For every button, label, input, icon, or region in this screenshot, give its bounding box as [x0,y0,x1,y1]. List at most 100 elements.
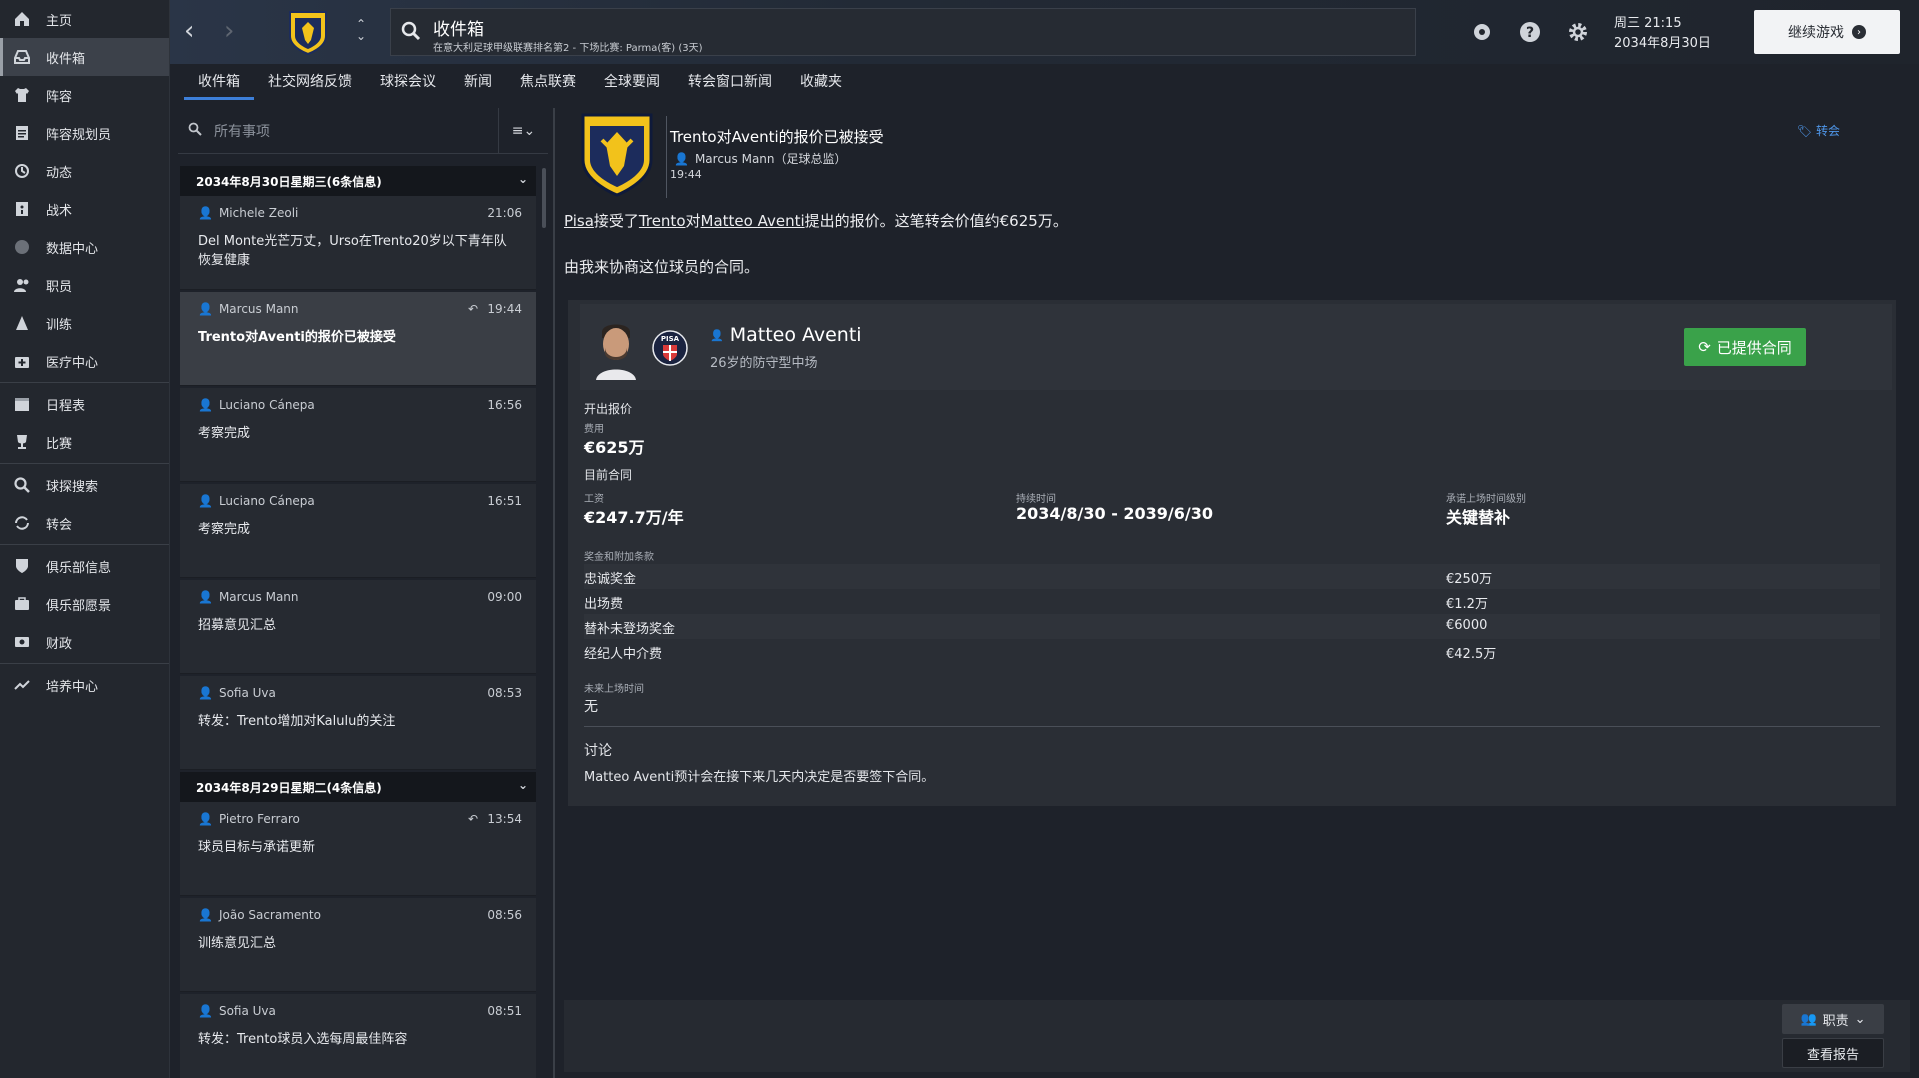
message-from-text: Marcus Mann（足球总监） [694,152,847,166]
day-header-label: 2034年8月30日星期三(6条信息) [196,174,382,189]
filter-input[interactable]: 所有事项 [178,108,498,154]
fee-value: €625万 [584,438,645,457]
sidebar-item-tactics[interactable]: 战术 [0,190,169,228]
tab-scout-meeting[interactable]: 球探会议 [366,64,450,100]
list-item[interactable]: 👤 Sofia Uva 08:53 转发：Trento增加对Kalulu的关注 [180,676,536,770]
gear-icon[interactable] [1566,20,1590,44]
message-sender: 👤 Marcus Mann [198,302,299,316]
sidebar-item-medical[interactable]: 医疗中心 [0,342,169,380]
day-header[interactable]: 2034年8月30日星期三(6条信息) ⌄ [180,166,536,196]
message-detail: Trento对Aventi的报价已被接受 👤 Marcus Mann（足球总监）… [564,108,1910,808]
sidebar-item-scouting[interactable]: 球探搜索 [0,466,169,504]
sidebar-item-development[interactable]: 培养中心 [0,666,169,704]
message-subject: 招募意见汇总 [198,618,277,633]
transfer-tag[interactable]: 🏷 转会 [1797,122,1840,139]
tab-favourites[interactable]: 收藏夹 [786,64,856,100]
club-crest-icon [580,112,654,198]
sidebar-item-label: 阵容 [46,89,73,105]
filter-placeholder: 所有事项 [214,124,270,140]
pisa-badge-icon: PISA [652,326,688,370]
person-icon: 👤 [198,302,213,316]
tab-news[interactable]: 新闻 [450,64,506,100]
message-sender: 👤 João Sacramento [198,908,321,922]
sidebar-item-club-info[interactable]: 俱乐部信息 [0,547,169,585]
sidebar-item-squad-planner[interactable]: 阵容规划员 [0,114,169,152]
sidebar-item-label: 比赛 [46,436,73,452]
tab-focus-league[interactable]: 焦点联赛 [506,64,590,100]
bonus-name: 出场费 [584,597,624,612]
view-report-button[interactable]: 查看报告 [1782,1038,1884,1068]
continue-button[interactable]: 继续游戏 › [1754,10,1900,54]
sidebar-item-label: 数据中心 [46,241,99,257]
game-date: 2034年8月30日 [1614,36,1711,51]
list-item[interactable]: 👤 Michele Zeoli 21:06 Del Monte光芒万丈，Urso在… [180,196,536,290]
tag-icon: 🏷 [1796,123,1812,138]
game-day-time: 周三 21:15 [1614,16,1682,31]
list-item[interactable]: 👤 João Sacramento 08:56 训练意见汇总 [180,898,536,992]
tab-transfer-window-news[interactable]: 转会窗口新闻 [674,64,786,100]
player-row[interactable]: PISA 👤 Matteo Aventi 26岁的防守型中场 ⟳ 已提供合同 [580,304,1892,390]
sidebar-item-inbox[interactable]: 收件箱 [0,38,169,76]
responsibilities-button[interactable]: 👥 职责 ⌄ [1782,1004,1884,1034]
bonus-name: 替补未登场奖金 [584,622,676,637]
table-row: 替补未登场奖金 €6000 [584,614,1880,639]
club-link-pisa[interactable]: Pisa [564,212,594,230]
club-switch-icon[interactable]: ⌃ ⌄ [356,18,366,42]
player-position: 26岁的防守型中场 [710,356,818,371]
sidebar-item-schedule[interactable]: 日程表 [0,385,169,423]
game-datetime: 周三 21:15 2034年8月30日 [1614,14,1711,54]
day-header-label: 2034年8月29日星期二(4条信息) [196,780,382,795]
duration-value: 2034/8/30 - 2039/6/30 [1016,504,1214,523]
sidebar-item-competitions[interactable]: 比赛 [0,423,169,461]
sidebar-item-label: 动态 [46,165,73,181]
day-header[interactable]: 2034年8月29日星期二(4条信息) ⌄ [180,772,536,802]
page-title: 收件箱 [433,20,484,40]
player-link[interactable]: Matteo Aventi [701,212,805,230]
sidebar-item-transfers[interactable]: 转会 [0,504,169,542]
social-icon[interactable] [1470,20,1494,44]
table-row: 忠诚奖金 €250万 [584,564,1880,589]
scrollbar[interactable] [542,168,546,228]
tab-inbox[interactable]: 收件箱 [184,64,254,100]
list-item[interactable]: 👤 Marcus Mann 09:00 招募意见汇总 [180,580,536,674]
message-time: 19:44 [670,168,702,181]
tab-social-feedback[interactable]: 社交网络反馈 [254,64,366,100]
contract-offered-button[interactable]: ⟳ 已提供合同 [1684,328,1806,366]
clipboard-icon [12,123,32,143]
sidebar-item-label: 培养中心 [46,679,99,695]
sidebar-item-training[interactable]: 训练 [0,304,169,342]
back-arrow-icon[interactable]: ‹ [184,18,208,46]
panel-divider [553,108,555,1078]
person-icon: 👤 [198,398,213,412]
filter-menu-icon[interactable]: ≡⌄ [498,108,548,154]
message-subject: Trento对Aventi的报价已被接受 [198,330,396,345]
inbox-tabs: 收件箱 社交网络反馈 球探会议 新闻 焦点联赛 全球要闻 转会窗口新闻 收藏夹 [170,64,1919,100]
player-name[interactable]: 👤 Matteo Aventi [710,324,862,346]
finance-icon [12,632,32,652]
list-item[interactable]: 👤 Sofia Uva 08:51 转发：Trento球员入选每周最佳阵容 [180,994,536,1078]
forward-arrow-icon[interactable]: › [224,18,248,46]
sidebar-item-finances[interactable]: 财政 [0,623,169,661]
list-item[interactable]: 👤 Pietro Ferraro ↶ 13:54 球员目标与承诺更新 [180,802,536,896]
message-title: Trento对Aventi的报价已被接受 [670,128,884,146]
sidebar-item-club-vision[interactable]: 俱乐部愿景 [0,585,169,623]
sidebar-item-staff[interactable]: 职员 [0,266,169,304]
person-icon: 👤 [198,206,213,220]
sender-name: Marcus Mann [218,302,299,316]
list-item-selected[interactable]: 👤 Marcus Mann ↶ 19:44 Trento对Aventi的报价已被接… [180,292,536,386]
sidebar-item-dynamics[interactable]: 动态 [0,152,169,190]
page-search-box[interactable]: 收件箱 在意大利足球甲级联赛排名第2 - 下场比赛: Parma(客) (3天) [390,8,1416,56]
detail-footer: 👥 职责 ⌄ 查看报告 [564,1000,1910,1072]
sidebar-item-label: 收件箱 [46,51,86,67]
list-item[interactable]: 👤 Luciano Cánepa 16:56 考察完成 [180,388,536,482]
club-link-trento[interactable]: Trento [639,212,686,230]
club-crest-icon[interactable] [288,10,328,56]
sidebar-divider [0,382,169,383]
sidebar-item-home[interactable]: 主页 [0,0,169,38]
tab-world-news[interactable]: 全球要闻 [590,64,674,100]
message-subject: 考察完成 [198,426,251,441]
help-icon[interactable]: ? [1518,20,1542,44]
sidebar-item-squad[interactable]: 阵容 [0,76,169,114]
list-item[interactable]: 👤 Luciano Cánepa 16:51 考察完成 [180,484,536,578]
sidebar-item-data-hub[interactable]: 数据中心 [0,228,169,266]
